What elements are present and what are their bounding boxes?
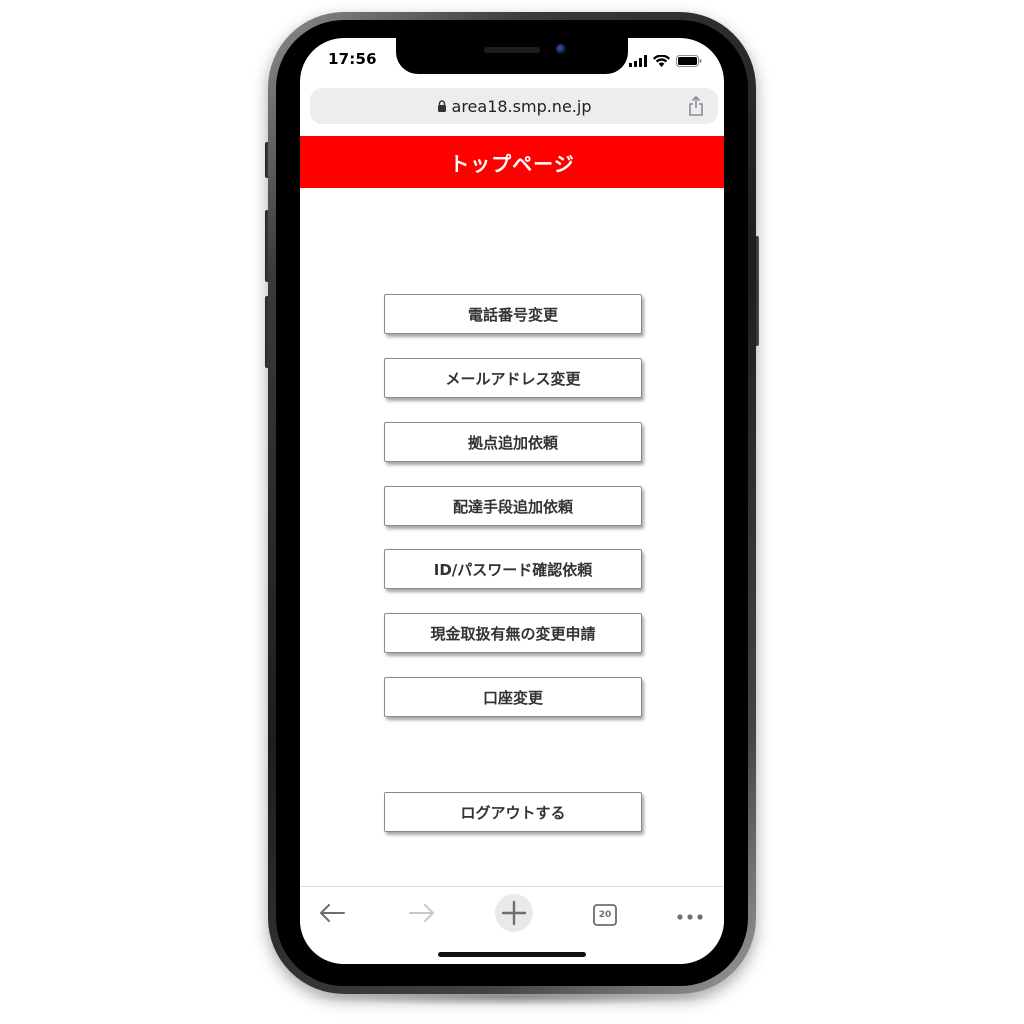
back-button[interactable]	[312, 895, 352, 935]
email-change-button[interactable]: メールアドレス変更	[384, 358, 642, 398]
status-icons	[629, 52, 702, 71]
page-header: トップページ	[300, 136, 724, 188]
tabs-icon: 20	[593, 904, 617, 926]
forward-arrow-icon	[408, 902, 436, 928]
new-tab-plus-icon	[495, 894, 533, 936]
signal-icon	[629, 52, 647, 71]
status-time: 17:56	[328, 50, 377, 68]
new-tab-button[interactable]	[494, 894, 534, 936]
add-location-request-button[interactable]: 拠点追加依頼	[384, 422, 642, 462]
more-dots-icon	[676, 906, 704, 925]
logout-button[interactable]: ログアウトする	[384, 792, 642, 832]
add-delivery-method-request-button[interactable]: 配達手段追加依頼	[384, 486, 642, 526]
forward-button[interactable]	[402, 895, 442, 935]
address-bar[interactable]: area18.smp.ne.jp	[310, 88, 718, 124]
tabs-button[interactable]: 20	[585, 895, 625, 935]
id-password-confirm-request-button[interactable]: ID/パスワード確認依頼	[384, 549, 642, 589]
battery-icon	[676, 52, 702, 71]
address-content: area18.smp.ne.jp	[310, 88, 718, 124]
cash-handling-change-button[interactable]: 現金取扱有無の変更申請	[384, 613, 642, 653]
home-indicator	[438, 952, 586, 957]
lock-icon	[437, 97, 447, 116]
url-text: area18.smp.ne.jp	[451, 96, 592, 116]
bank-account-change-button[interactable]: 口座変更	[384, 677, 642, 717]
page-title: トップページ	[449, 151, 575, 176]
wifi-icon	[653, 52, 670, 71]
back-arrow-icon	[318, 902, 346, 928]
more-button[interactable]	[670, 895, 710, 935]
phone-screen: 17:56 area18.smp.ne.jp トップページ 電話番号変更 メール…	[300, 38, 724, 964]
notch	[396, 38, 628, 74]
earpiece-speaker	[484, 47, 540, 53]
share-icon[interactable]	[688, 95, 704, 120]
front-camera	[556, 44, 566, 54]
page-canvas: 17:56 area18.smp.ne.jp トップページ 電話番号変更 メール…	[0, 0, 1024, 1024]
phone-number-change-button[interactable]: 電話番号変更	[384, 294, 642, 334]
tab-count: 20	[598, 910, 612, 920]
